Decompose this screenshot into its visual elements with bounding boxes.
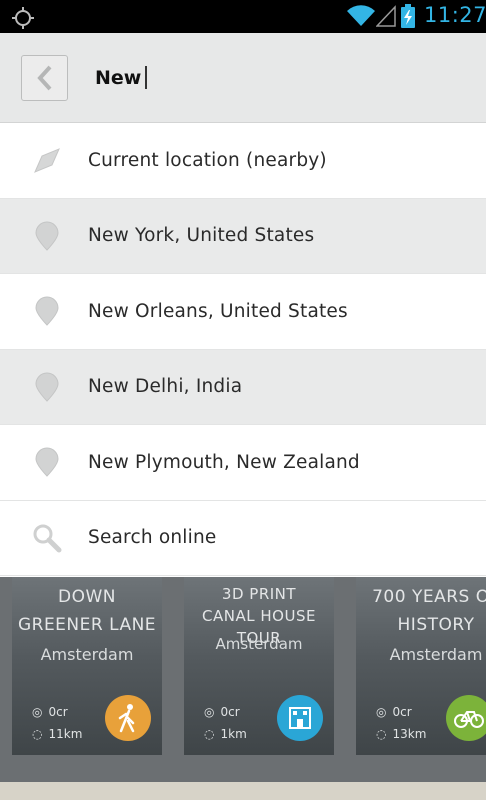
distance-icon: ◌ <box>376 727 387 741</box>
tour-card-cost: ◎ 0cr <box>32 705 68 719</box>
status-bar: 11:27 <box>0 0 486 33</box>
suggestion-label: New York, United States <box>88 225 315 247</box>
tour-card-cost: ◎ 0cr <box>204 705 240 719</box>
tour-card[interactable]: 3D PRINT CANAL HOUSE TOUR Amsterdam ◎ 0c… <box>184 577 334 755</box>
tour-card-city: Amsterdam <box>40 645 134 664</box>
suggestion-search-online[interactable]: Search online <box>0 501 486 576</box>
walking-icon <box>105 695 151 741</box>
battery-charging-icon <box>401 4 415 28</box>
distance-icon: ◌ <box>204 727 215 741</box>
search-input[interactable]: New <box>95 66 147 89</box>
coins-icon: ◎ <box>32 705 43 719</box>
building-icon <box>277 695 323 741</box>
map-pin-icon <box>32 296 62 326</box>
suggestion-new-delhi[interactable]: New Delhi, India <box>0 349 486 425</box>
distance-icon: ◌ <box>32 727 43 741</box>
tour-card-distance-value: 11km <box>48 727 83 741</box>
suggestion-label: Current location (nearby) <box>88 149 327 171</box>
coins-icon: ◎ <box>204 705 215 719</box>
suggestion-label: New Plymouth, New Zealand <box>88 451 360 473</box>
search-query: New <box>95 66 142 89</box>
suggestion-new-york[interactable]: New York, United States <box>0 198 486 274</box>
search-icon <box>32 523 62 553</box>
tour-card-distance: ◌ 1km <box>204 727 247 741</box>
tour-card-cost-value: 0cr <box>48 705 68 719</box>
text-caret <box>145 66 147 89</box>
map-pin-icon <box>32 221 62 251</box>
tour-card-city: Amsterdam <box>389 645 483 664</box>
location-arrow-icon <box>32 145 62 175</box>
map-preview[interactable] <box>0 782 486 800</box>
tour-cards-background: DOWN GREENER LANE Amsterdam ◎ 0cr ◌ 11km… <box>0 577 486 800</box>
tour-card[interactable]: 700 YEARS OF HISTORY Amsterdam ◎ 0cr ◌ 1… <box>356 577 486 755</box>
back-button[interactable] <box>21 55 68 101</box>
tour-card-cost-value: 0cr <box>392 705 412 719</box>
suggestion-label: New Delhi, India <box>88 376 243 398</box>
tour-card-title: 700 YEARS OF HISTORY <box>372 587 486 635</box>
tour-card-cost-value: 0cr <box>220 705 240 719</box>
tour-card-city: Amsterdam <box>215 635 303 653</box>
tour-card-distance-value: 1km <box>220 727 247 741</box>
chevron-left-icon <box>36 65 51 91</box>
status-clock: 11:27 <box>424 3 486 27</box>
tour-card-cost: ◎ 0cr <box>376 705 412 719</box>
suggestion-new-orleans[interactable]: New Orleans, United States <box>0 274 486 350</box>
coins-icon: ◎ <box>376 705 387 719</box>
map-pin-icon <box>32 372 62 402</box>
suggestion-new-plymouth[interactable]: New Plymouth, New Zealand <box>0 425 486 501</box>
tour-card-distance: ◌ 11km <box>32 727 82 741</box>
bicycle-icon <box>446 695 486 741</box>
suggestion-list: Current location (nearby) New York, Unit… <box>0 123 486 576</box>
tour-card-distance: ◌ 13km <box>376 727 426 741</box>
tour-card-title: DOWN GREENER LANE <box>17 587 157 635</box>
wifi-icon <box>347 5 375 27</box>
tour-card[interactable]: DOWN GREENER LANE Amsterdam ◎ 0cr ◌ 11km <box>12 577 162 755</box>
tour-card-distance-value: 13km <box>392 727 427 741</box>
suggestion-label: New Orleans, United States <box>88 300 348 322</box>
gps-icon <box>12 7 34 29</box>
suggestion-label: Search online <box>88 527 217 549</box>
search-header: New <box>0 33 486 123</box>
signal-icon <box>376 5 396 27</box>
map-pin-icon <box>32 447 62 477</box>
suggestion-current-location[interactable]: Current location (nearby) <box>0 123 486 199</box>
